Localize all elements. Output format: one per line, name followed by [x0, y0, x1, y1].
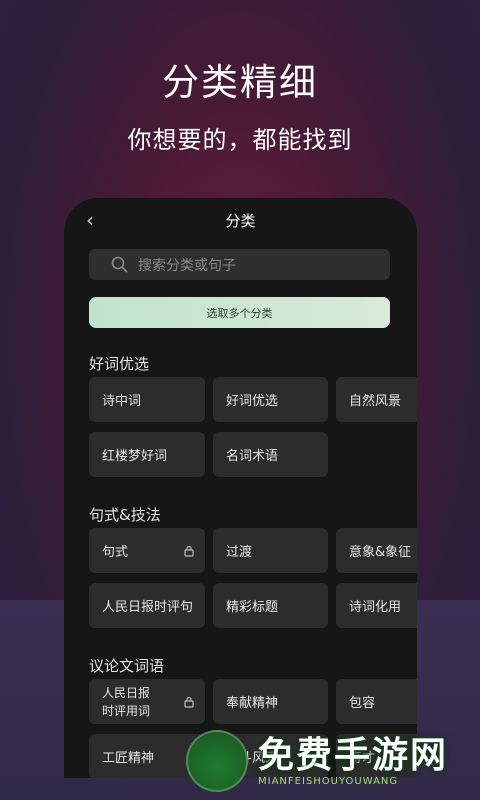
category-chip[interactable]: 人民日报 时评用词 [89, 679, 205, 724]
category-chip[interactable]: 自然风景 [336, 377, 417, 422]
category-chip[interactable]: 好词优选 [213, 377, 328, 422]
chip-label: 好词优选 [226, 394, 279, 409]
category-chip[interactable]: 诗词化用 [336, 583, 417, 628]
chip-label: 人民日报 时评用词 [102, 684, 150, 720]
promo-subtitle: 你想要的，都能找到 [127, 126, 353, 154]
lock-icon [184, 545, 194, 557]
category-chip[interactable]: 人民日报时评句 [89, 583, 205, 628]
chip-label: 精彩标题 [226, 600, 279, 615]
category-chip[interactable]: 意象&象征 [336, 528, 417, 573]
section-title-sentence-patterns: 句式&技法 [89, 506, 161, 524]
chip-label: 诗词化用 [349, 600, 402, 615]
lock-icon [184, 696, 194, 708]
multi-select-button[interactable]: 选取多个分类 [89, 297, 390, 328]
section-title-argument-words: 议论文词语 [89, 657, 165, 675]
category-chip[interactable]: 名词术语 [213, 432, 328, 477]
category-chip[interactable]: 红楼梦好词 [89, 432, 205, 477]
promo-title: 分类精细 [162, 61, 318, 104]
chip-label-line: 时评用词 [102, 703, 151, 718]
chip-label: 红楼梦好词 [102, 449, 168, 464]
chip-label: 包容 [349, 696, 376, 711]
search-placeholder: 搜索分类或句子 [138, 257, 236, 274]
chip-label: 人民日报时评句 [102, 600, 194, 615]
watermark-text: 免费手游网 [258, 734, 449, 776]
category-chip[interactable]: 精彩标题 [213, 583, 328, 628]
phone-frame: ‹ 分类 搜索分类或句子 选取多个分类 好词优选 诗中词 好词优选 自然风景 红… [64, 198, 417, 778]
watermark: 免费手游网 MIANFEISHOUYOUWANG [176, 726, 480, 800]
chip-label: 名词术语 [226, 449, 279, 464]
search-input[interactable]: 搜索分类或句子 [89, 249, 390, 280]
search-icon [111, 256, 128, 273]
app-header: ‹ 分类 [64, 198, 417, 242]
chip-label: 工匠精神 [102, 751, 155, 766]
chip-label: 句式 [102, 545, 129, 560]
category-chip[interactable]: 句式 [89, 528, 205, 573]
chip-label: 奉献精神 [226, 696, 279, 711]
chip-label: 自然风景 [349, 394, 402, 409]
chip-label: 诗中词 [102, 394, 142, 409]
category-chip[interactable]: 过渡 [213, 528, 328, 573]
chip-label: 过渡 [226, 545, 253, 560]
category-chip[interactable]: 奉献精神 [213, 679, 328, 724]
watermark-url: MIANFEISHOUYOUWANG [258, 776, 399, 787]
category-chip[interactable]: 包容 [336, 679, 417, 724]
chip-label-line: 人民日报 [102, 685, 151, 700]
category-chip[interactable]: 诗中词 [89, 377, 205, 422]
watermark-logo [186, 730, 248, 792]
chip-label: 意象&象征 [349, 545, 412, 560]
page-title: 分类 [225, 212, 256, 230]
section-title-good-words: 好词优选 [89, 355, 150, 373]
